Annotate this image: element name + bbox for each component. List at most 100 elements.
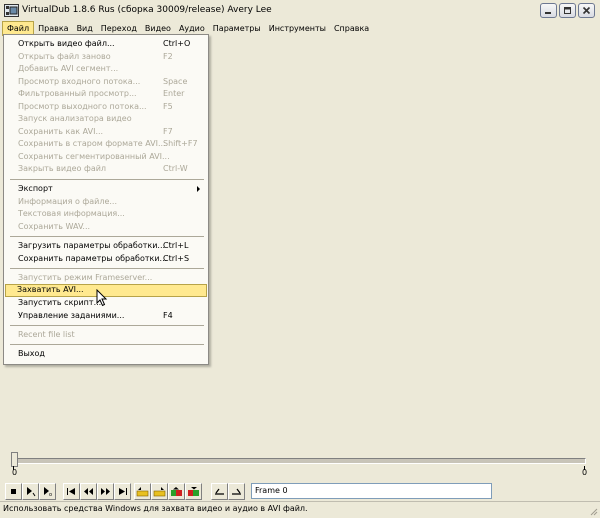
scene-forward-button[interactable] [185, 483, 202, 500]
menu-item-save-segmented[interactable]: Сохранить сегментированный AVI... [6, 151, 206, 163]
menu-item-label: Запуск анализатора видео [18, 114, 132, 123]
mark-out-icon [232, 488, 241, 495]
step-forward-icon [101, 488, 110, 495]
menu-separator [10, 344, 204, 345]
step-back-button[interactable] [80, 483, 97, 500]
menu-item-preview-input[interactable]: Просмотр входного потока... Space [6, 76, 206, 88]
menu-item-label: Открыть видео файл... [18, 39, 115, 48]
svg-text:o: o [49, 492, 52, 497]
status-text: Использовать средства Windows для захват… [3, 504, 308, 513]
go-end-icon [119, 488, 127, 495]
menu-item-recent-files[interactable]: Recent file list [6, 329, 206, 341]
status-bar: Использовать средства Windows для захват… [0, 501, 600, 518]
restore-button[interactable] [559, 3, 576, 18]
menu-item-label: Открыть файл заново [18, 51, 111, 61]
timeline-start-label: 0 [12, 468, 18, 477]
go-end-button[interactable] [114, 483, 131, 500]
menu-item-file-info[interactable]: Информация о файле... [6, 196, 206, 208]
menu-item-text-info[interactable]: Текстовая информация... [6, 208, 206, 220]
virtualdub-app-icon[interactable] [4, 3, 19, 18]
menu-item-exit[interactable]: Выход [6, 348, 206, 360]
menu-separator [10, 268, 204, 269]
menu-item-label: Recent file list [18, 330, 75, 339]
menu-item-shortcut: Ctrl+S [163, 253, 190, 263]
scene-forward-icon [188, 487, 199, 496]
menu-item-shortcut: Ctrl+O [163, 39, 191, 48]
scene-back-icon [171, 487, 182, 496]
menu-item-reopen[interactable]: Открыть файл заново F2 [6, 51, 206, 63]
menu-item-shortcut: Ctrl+L [163, 241, 189, 250]
timeline-track [12, 458, 586, 464]
menu-help[interactable]: Справка [330, 21, 373, 36]
play-input-button[interactable] [22, 483, 39, 500]
menu-item-shortcut: F7 [163, 126, 173, 136]
menu-item-preview-output[interactable]: Просмотр выходного потока... F5 [6, 101, 206, 113]
menu-item-export[interactable]: Экспорт [6, 183, 206, 195]
menu-item-shortcut: F4 [163, 310, 173, 320]
menu-options[interactable]: Параметры [209, 21, 265, 36]
minimize-button[interactable] [540, 3, 557, 18]
menu-item-run-video-analysis[interactable]: Запуск анализатора видео [6, 113, 206, 125]
menu-item-frameserver[interactable]: Запустить режим Frameserver... [6, 272, 206, 284]
menu-item-job-control[interactable]: Управление заданиями... F4 [6, 310, 206, 322]
restore-icon [564, 7, 571, 14]
mouse-pointer-icon [96, 289, 108, 307]
menu-item-label: Сохранить параметры обработки... [18, 253, 168, 263]
menu-tools[interactable]: Инструменты [265, 21, 330, 36]
close-button[interactable] [578, 3, 595, 18]
menu-item-label: Экспорт [18, 184, 53, 193]
menu-item-label: Захватить AVI... [17, 285, 84, 294]
menu-item-label: Сохранить WAV... [18, 221, 91, 231]
menu-item-label: Просмотр выходного потока... [18, 101, 147, 111]
menu-item-close-video[interactable]: Закрыть видео файл Ctrl-W [6, 163, 206, 175]
timeline-thumb[interactable] [11, 452, 18, 467]
title-bar[interactable]: VirtualDub 1.8.6 Rus (сборка 30009/relea… [0, 0, 600, 22]
menu-item-preview-filtered[interactable]: Фильтрованный просмотр... Enter [6, 88, 206, 100]
menu-item-append-segment[interactable]: Добавить AVI сегмент... [6, 63, 206, 75]
play-output-button[interactable]: o [39, 483, 56, 500]
mark-out-button[interactable] [228, 483, 245, 500]
window-title: VirtualDub 1.8.6 Rus (сборка 30009/relea… [22, 5, 272, 15]
stop-icon [11, 489, 16, 494]
go-start-icon [67, 488, 75, 495]
menu-separator [10, 179, 204, 180]
menu-item-save-as-avi[interactable]: Сохранить как AVI... F7 [6, 126, 206, 138]
minimize-icon [545, 12, 551, 14]
menu-item-label: Сохранить как AVI... [18, 126, 104, 136]
stop-button[interactable] [5, 483, 22, 500]
menu-item-save-wav[interactable]: Сохранить WAV... [6, 221, 206, 233]
menu-item-save-old-format[interactable]: Сохранить в старом формате AVI... Shift+… [6, 138, 206, 150]
mark-in-button[interactable] [211, 483, 228, 500]
scene-back-button[interactable] [168, 483, 185, 500]
menu-item-label: Загрузить параметры обработки... [18, 241, 166, 250]
step-back-icon [84, 488, 93, 495]
menu-item-shortcut: Shift+F7 [163, 139, 198, 148]
play-input-icon [27, 487, 36, 497]
step-forward-button[interactable] [97, 483, 114, 500]
menu-item-label: Добавить AVI сегмент... [18, 64, 119, 73]
menu-item-label: Текстовая информация... [18, 209, 125, 218]
next-keyframe-button[interactable] [151, 483, 168, 500]
menu-item-label: Управление заданиями... [18, 310, 125, 320]
frame-readout: Frame 0 [251, 483, 492, 499]
menu-item-label: Запустить скрипт... [18, 298, 102, 307]
menu-item-label: Закрыть видео файл [18, 164, 107, 173]
menu-item-load-settings[interactable]: Загрузить параметры обработки... Ctrl+L [6, 240, 206, 252]
menu-item-shortcut: Enter [163, 89, 185, 98]
menu-item-shortcut: F5 [163, 101, 173, 111]
menu-item-save-settings[interactable]: Сохранить параметры обработки... Ctrl+S [6, 253, 206, 265]
go-start-button[interactable] [63, 483, 80, 500]
menu-item-open-video[interactable]: Открыть видео файл... Ctrl+O [6, 38, 206, 50]
prev-keyframe-button[interactable] [134, 483, 151, 500]
file-menu-dropdown: Открыть видео файл... Ctrl+O Открыть фай… [3, 34, 209, 365]
menu-item-label: Сохранить сегментированный AVI... [18, 151, 170, 161]
menu-item-label: Запустить режим Frameserver... [18, 273, 153, 282]
submenu-arrow-icon [197, 186, 200, 192]
menu-separator [10, 325, 204, 326]
prev-keyframe-icon [136, 487, 149, 497]
resize-grip-icon[interactable] [588, 506, 598, 516]
menu-item-shortcut: Space [163, 76, 188, 86]
next-keyframe-icon [153, 487, 166, 497]
timeline-slider[interactable] [8, 452, 588, 470]
playback-toolbar: o Frame 0 [0, 482, 600, 500]
